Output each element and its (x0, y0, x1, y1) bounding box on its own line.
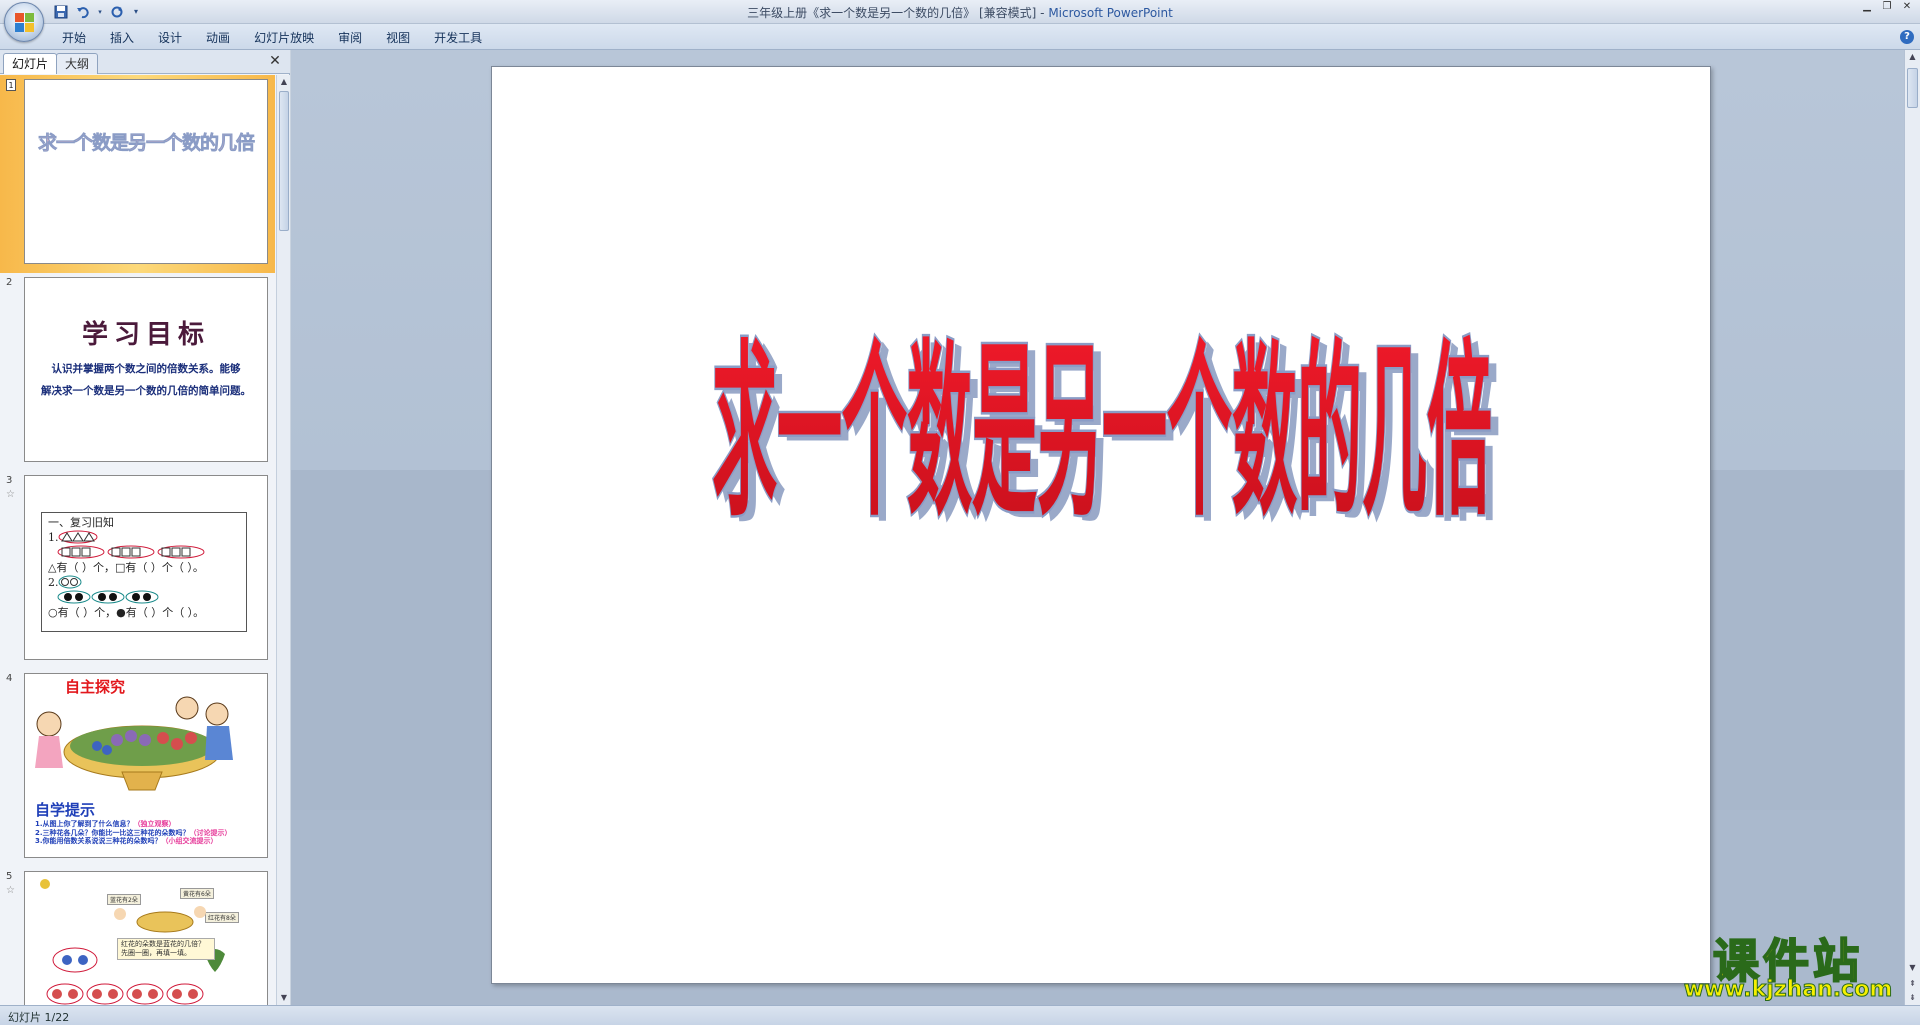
window-controls: ▁ ❐ ✕ (1858, 1, 1916, 13)
slide-thumbnail-1[interactable]: 1 求一个数是另一个数的几倍 (0, 75, 275, 273)
scroll-down-icon[interactable]: ▼ (1905, 961, 1920, 975)
black-dots-icon (57, 590, 159, 604)
editor-scrollbar[interactable]: ▲ ▼ ⇞ ⇟ (1904, 50, 1920, 1005)
slide-title-wordart[interactable]: 求一个数是另一个数的几倍 求一个数是另一个数的几倍 (492, 67, 1712, 985)
slide-counter: 幻灯片 1/22 (8, 1011, 70, 1024)
item-number: 1. (48, 531, 59, 544)
tab-design[interactable]: 设计 (146, 28, 194, 48)
thumb-body: 认识并掌握两个数之间的倍数关系。能够 解决求一个数是另一个数的几倍的简单问题。 (35, 358, 257, 402)
slide-number: 3 (6, 475, 13, 486)
thumb-title: 求一个数是另一个数的几倍 (37, 132, 256, 155)
thumbnail-canvas: 求一个数是另一个数的几倍 (24, 79, 268, 264)
slide-number: 1 (6, 79, 16, 94)
shapes-row-1: 1. (48, 530, 240, 545)
status-bar: 幻灯片 1/22 (0, 1005, 1920, 1025)
thumb-label: 黄花有6朵 (180, 888, 214, 899)
ribbon: 开始 插入 设计 动画 幻灯片放映 审阅 视图 开发工具 ? (0, 24, 1920, 50)
slide-thumbnail-3[interactable]: 3 ☆ 一、复习旧知 1. △有（ ）个，□有（ ）个（ ）。 2. ○有（ ）… (0, 471, 275, 669)
thumbnail-canvas: 蓝花有2朵 黄花有6朵 红花有8朵 红花的朵数是蓝花的几倍？先圈一圈，再填一填。 (24, 871, 268, 1005)
squares-row (48, 545, 240, 560)
thumbnail-canvas: 一、复习旧知 1. △有（ ）个，□有（ ）个（ ）。 2. ○有（ ）个，●有… (24, 475, 268, 660)
window-title: 三年级上册《求一个数是另一个数的几倍》 [兼容模式] - Microsoft P… (0, 4, 1920, 21)
watermark-url: www.kjzhan.com (1683, 977, 1893, 1003)
watermark-logo: 课件站 www.kjzhan.com (1672, 925, 1904, 1005)
thumb-title: 学习目标 (81, 320, 210, 350)
thumb-bubble: 红花的朵数是蓝花的几倍？先圈一圈，再填一填。 (117, 938, 215, 960)
thumb-line: 1.从图上你了解到了什么信息？ (35, 820, 134, 828)
thumb-lines: 1.从图上你了解到了什么信息？（独立观察） 2.三种花各几朵？你能比一比这三种花… (35, 820, 232, 846)
slide-thumbnail-2[interactable]: 2 学习目标 认识并掌握两个数之间的倍数关系。能够 解决求一个数是另一个数的几倍… (0, 273, 275, 471)
tab-outline[interactable]: 大纲 (56, 53, 99, 74)
thumbnail-list: 1 求一个数是另一个数的几倍 2 学习目标 认识并掌握两个数之间的倍数关系。能够… (0, 75, 275, 1005)
thumb-line: △有（ ）个，□有（ ）个（ ）。 (48, 561, 204, 574)
help-icon[interactable]: ? (1900, 30, 1914, 44)
tab-animations[interactable]: 动画 (194, 28, 242, 48)
thumb-subtitle: 自学提示 (35, 801, 96, 819)
animation-star-icon: ☆ (6, 489, 15, 500)
slide-thumbnail-5[interactable]: 5 ☆ 蓝花有2朵 黄花有6朵 红花有8朵 红花的朵数是蓝花的几倍？先圈一圈，再… (0, 867, 275, 1005)
scroll-thumb[interactable] (1907, 68, 1918, 108)
thumbnail-scrollbar[interactable]: ▲ ▼ (276, 75, 290, 1005)
tab-home[interactable]: 开始 (50, 28, 98, 48)
thumb-line: ○有（ ）个，●有（ ）个（ ）。 (48, 606, 205, 619)
thumb-line: 2.三种花各几朵？你能比一比这三种花的朵数吗？ (35, 828, 190, 837)
item-number: 2. (48, 576, 59, 589)
flower-basket-illustration (35, 696, 233, 791)
close-icon[interactable]: ✕ (1898, 1, 1916, 13)
scroll-up-icon[interactable]: ▲ (1905, 50, 1920, 64)
triangles-icon (58, 530, 98, 544)
tab-view[interactable]: 视图 (374, 28, 422, 48)
scroll-up-icon[interactable]: ▲ (277, 75, 291, 89)
thumb-body-line: 认识并掌握两个数之间的倍数关系。能够 (51, 363, 241, 375)
minimize-icon[interactable]: ▁ (1858, 1, 1876, 13)
tab-insert[interactable]: 插入 (98, 28, 146, 48)
thumbnail-canvas: 学习目标 认识并掌握两个数之间的倍数关系。能够 解决求一个数是另一个数的几倍的简… (24, 277, 268, 462)
close-pane-icon[interactable]: ✕ (268, 54, 282, 68)
slide-thumbnail-4[interactable]: 4 自主探究 自学提示 1.从图上你了解到了什么信息？（独立观察） 2.三种花各… (0, 669, 275, 867)
previous-slide-icon[interactable]: ⇞ (1905, 977, 1920, 991)
shapes-row-2: 2. (48, 575, 240, 590)
restore-icon[interactable]: ❐ (1878, 1, 1896, 13)
title-bar: ▾ ▾ 三年级上册《求一个数是另一个数的几倍》 [兼容模式] - Microso… (0, 0, 1920, 24)
sound-icon (40, 879, 50, 889)
slide-number-1-icon: 1 (6, 79, 16, 91)
slide-number: 5 (6, 871, 13, 882)
slide-editor: 求一个数是另一个数的几倍 求一个数是另一个数的几倍 (291, 50, 1904, 1005)
thumb-heading: 一、复习旧知 (48, 516, 114, 529)
thumbnail-canvas: 自主探究 自学提示 1.从图上你了解到了什么信息？（独立观察） 2.三种花各几朵… (24, 673, 268, 858)
office-logo-icon (15, 13, 35, 33)
slides-pane: 幻灯片 大纲 ✕ 1 求一个数是另一个数的几倍 2 学习目标 认识并掌握两个数之… (0, 50, 290, 1005)
pane-tabs: 幻灯片 大纲 ✕ (0, 50, 290, 74)
thumb-body-line: 解决求一个数是另一个数的几倍的简单问题。 (41, 385, 251, 397)
scroll-thumb[interactable] (279, 91, 289, 231)
thumb-line-hint: （独立观察） (133, 820, 176, 828)
circles-icon (58, 575, 82, 589)
slide-number: 4 (6, 673, 13, 684)
dots-row (48, 590, 240, 605)
current-slide[interactable]: 求一个数是另一个数的几倍 求一个数是另一个数的几倍 (491, 66, 1711, 984)
thumb-line: 3.你能用倍数关系说说三种花的朵数吗？ (35, 837, 162, 845)
squares-icon (57, 545, 205, 559)
thumb-line-hint: （小组交流提示） (161, 837, 218, 845)
tab-developer[interactable]: 开发工具 (422, 28, 494, 48)
next-slide-icon[interactable]: ⇟ (1905, 991, 1920, 1005)
tab-review[interactable]: 审阅 (326, 28, 374, 48)
slide-title: 求一个数是另一个数的几倍 (712, 324, 1492, 543)
window-title-main: 三年级上册《求一个数是另一个数的几倍》 [兼容模式] - (747, 6, 1049, 20)
thumb-line-hint: （讨论提示） (189, 828, 232, 837)
tab-slides[interactable]: 幻灯片 (3, 53, 58, 74)
ribbon-tabs: 开始 插入 设计 动画 幻灯片放映 审阅 视图 开发工具 (50, 28, 494, 48)
window-title-app: Microsoft PowerPoint (1048, 6, 1173, 20)
review-box: 一、复习旧知 1. △有（ ）个，□有（ ）个（ ）。 2. ○有（ ）个，●有… (41, 512, 247, 632)
scroll-down-icon[interactable]: ▼ (277, 991, 291, 1005)
slide-number: 2 (6, 277, 13, 288)
animation-star-icon: ☆ (6, 885, 15, 896)
office-button[interactable] (4, 2, 44, 42)
svg-text:1: 1 (8, 81, 13, 90)
tab-slideshow[interactable]: 幻灯片放映 (242, 28, 326, 48)
